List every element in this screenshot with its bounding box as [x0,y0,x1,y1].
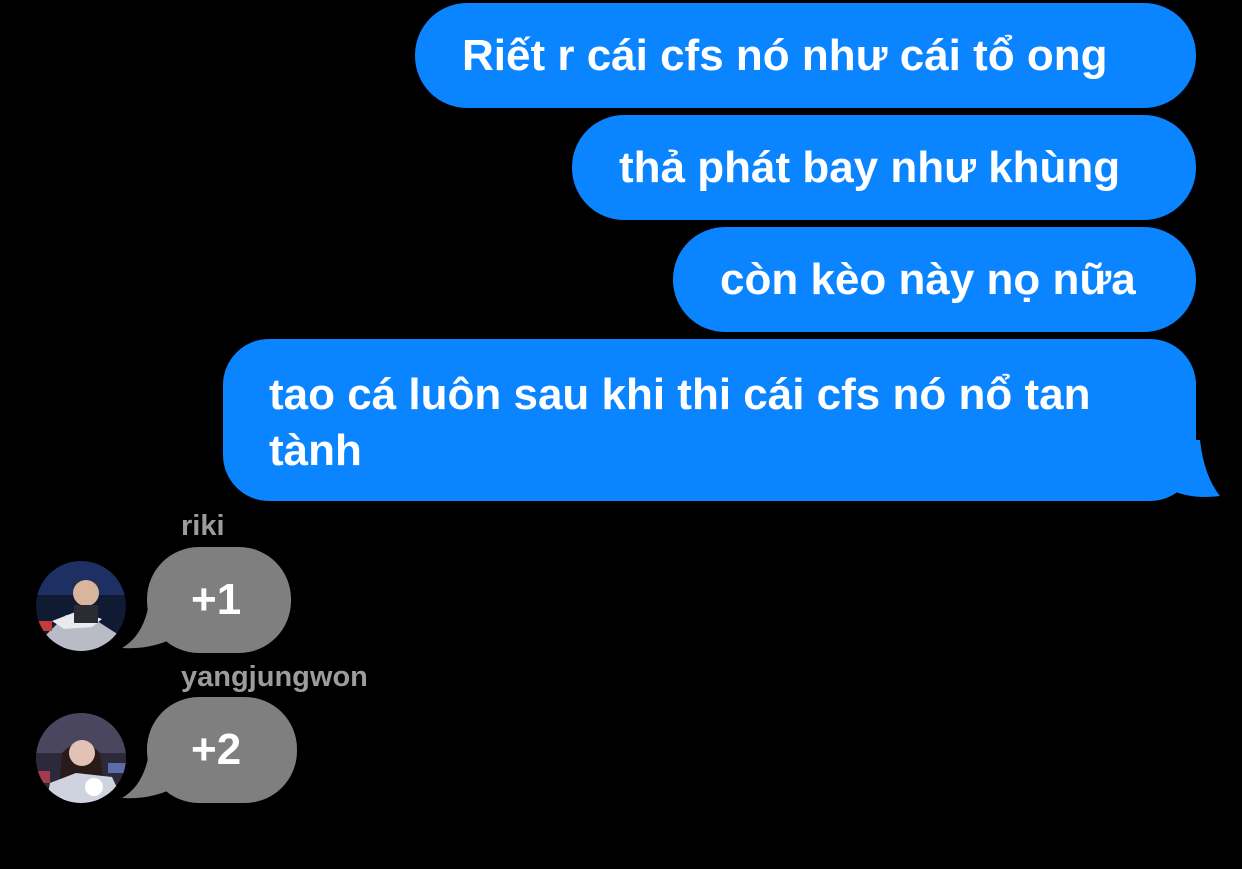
outgoing-message[interactable]: Riết r cái cfs nó như cái tổ ong [415,3,1196,108]
sender-name: riki [181,510,225,542]
avatar[interactable] [36,713,126,803]
message-text: Riết r cái cfs nó như cái tổ ong [462,31,1108,80]
message-text: tao cá luôn sau khi thi cái cfs nó nổ ta… [269,370,1091,475]
outgoing-message[interactable]: thả phát bay như khùng [572,115,1196,220]
message-text: còn kèo này nọ nữa [720,255,1136,304]
avatar[interactable] [36,561,126,651]
incoming-message[interactable]: +1 [147,547,291,653]
sender-name: yangjungwon [181,661,368,693]
message-text: thả phát bay như khùng [619,143,1121,192]
outgoing-bubble-tail [1160,440,1220,497]
message-thread: Riết r cái cfs nó như cái tổ ong thả phá… [0,0,1242,869]
message-text: +2 [191,725,242,774]
outgoing-message[interactable]: còn kèo này nọ nữa [673,227,1196,332]
message-text: +1 [191,575,242,624]
incoming-message[interactable]: +2 [147,697,297,803]
outgoing-message[interactable]: tao cá luôn sau khi thi cái cfs nó nổ ta… [223,339,1196,501]
